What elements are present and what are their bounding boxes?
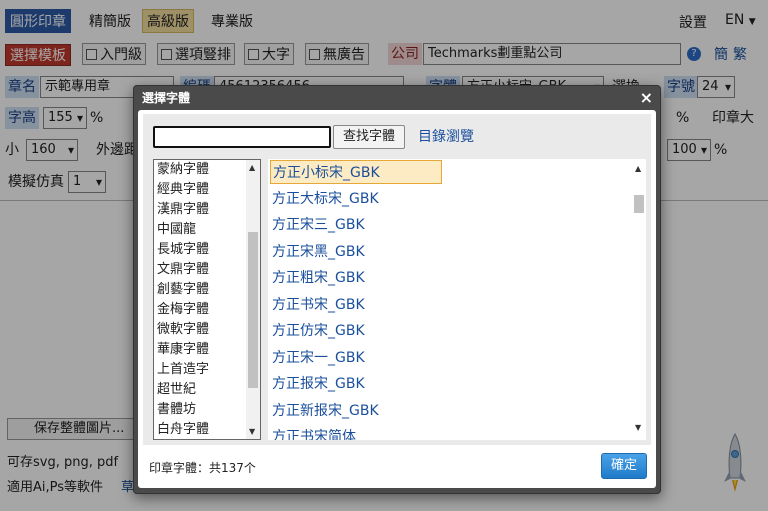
category-item[interactable]: 白舟字體 [154,420,260,439]
category-item[interactable]: 蒙納字體 [154,160,260,180]
scroll-down-icon[interactable]: ▼ [249,427,255,436]
font-results-list[interactable]: 方正小标宋_GBK 方正大标宋_GBK 方正宋三_GBK 方正宋黑_GBK 方正粗宋_G… [268,159,646,440]
font-item[interactable]: 方正宋三_GBK [270,213,442,237]
category-item[interactable]: 文鼎字體 [154,260,260,280]
scrollbar-thumb[interactable] [634,195,644,213]
font-item[interactable]: 方正书宋简体 [270,425,442,440]
category-item[interactable]: 華康字體 [154,340,260,360]
category-item[interactable]: 金梅字體 [154,300,260,320]
font-item[interactable]: 方正书宋_GBK [270,293,442,317]
scroll-up-icon[interactable]: ▲ [635,164,641,173]
font-item-selected[interactable]: 方正小标宋_GBK [270,160,442,184]
category-item[interactable]: 中國龍 [154,220,260,240]
category-item[interactable]: 漢鼎字體 [154,200,260,220]
font-count-status: 印章字體：共137个 [149,461,256,475]
directory-browse-link[interactable]: 目錄瀏覽 [418,127,474,147]
category-item[interactable]: 微軟字體 [154,320,260,340]
font-item[interactable]: 方正新报宋_GBK [270,399,442,423]
search-font-button[interactable]: 查找字體 [333,125,405,149]
scroll-down-icon[interactable]: ▼ [635,423,641,432]
scrollbar-thumb[interactable] [248,232,258,388]
font-item[interactable]: 方正宋黑_GBK [270,240,442,264]
category-item[interactable]: 經典字體 [154,180,260,200]
font-item[interactable]: 方正粗宋_GBK [270,266,442,290]
font-item[interactable]: 方正宋一_GBK [270,346,442,370]
category-item[interactable]: 創藝字體 [154,280,260,300]
category-item[interactable]: 超世紀 [154,380,260,400]
scroll-up-icon[interactable]: ▲ [249,163,255,172]
font-item[interactable]: 方正大标宋_GBK [270,187,442,211]
confirm-button[interactable]: 確定 [601,453,647,479]
font-select-dialog: 選擇字體 × 查找字體 目錄瀏覽 蒙納字體 經典字體 漢鼎字體 中國龍 長城字體 文鼎字體… [133,85,661,494]
category-item[interactable]: 長城字體 [154,240,260,260]
close-icon[interactable]: × [640,88,653,108]
font-item[interactable]: 方正报宋_GBK [270,372,442,396]
dialog-body: 查找字體 目錄瀏覽 蒙納字體 經典字體 漢鼎字體 中國龍 長城字體 文鼎字體 創藝字體 金梅字… [138,110,656,488]
font-search-input[interactable] [153,126,331,148]
category-items: 蒙納字體 經典字體 漢鼎字體 中國龍 長城字體 文鼎字體 創藝字體 金梅字體 微軟字體 華康字體上… [154,160,260,439]
category-item[interactable]: 書體坊 [154,400,260,420]
dialog-title: 選擇字體 [142,91,191,105]
font-item[interactable]: 方正仿宋_GBK [270,319,442,343]
category-scrollbar[interactable]: ▲ ▼ [246,160,260,439]
category-item[interactable]: 上首造字 [154,360,260,380]
font-category-list[interactable]: 蒙納字體 經典字體 漢鼎字體 中國龍 長城字體 文鼎字體 創藝字體 金梅字體 微軟字體 華康字體上… [153,159,261,440]
results-scrollbar[interactable]: ▲ ▼ [632,159,646,440]
dialog-content: 查找字體 目錄瀏覽 蒙納字體 經典字體 漢鼎字體 中國龍 長城字體 文鼎字體 創藝字體 金梅字… [143,114,651,445]
